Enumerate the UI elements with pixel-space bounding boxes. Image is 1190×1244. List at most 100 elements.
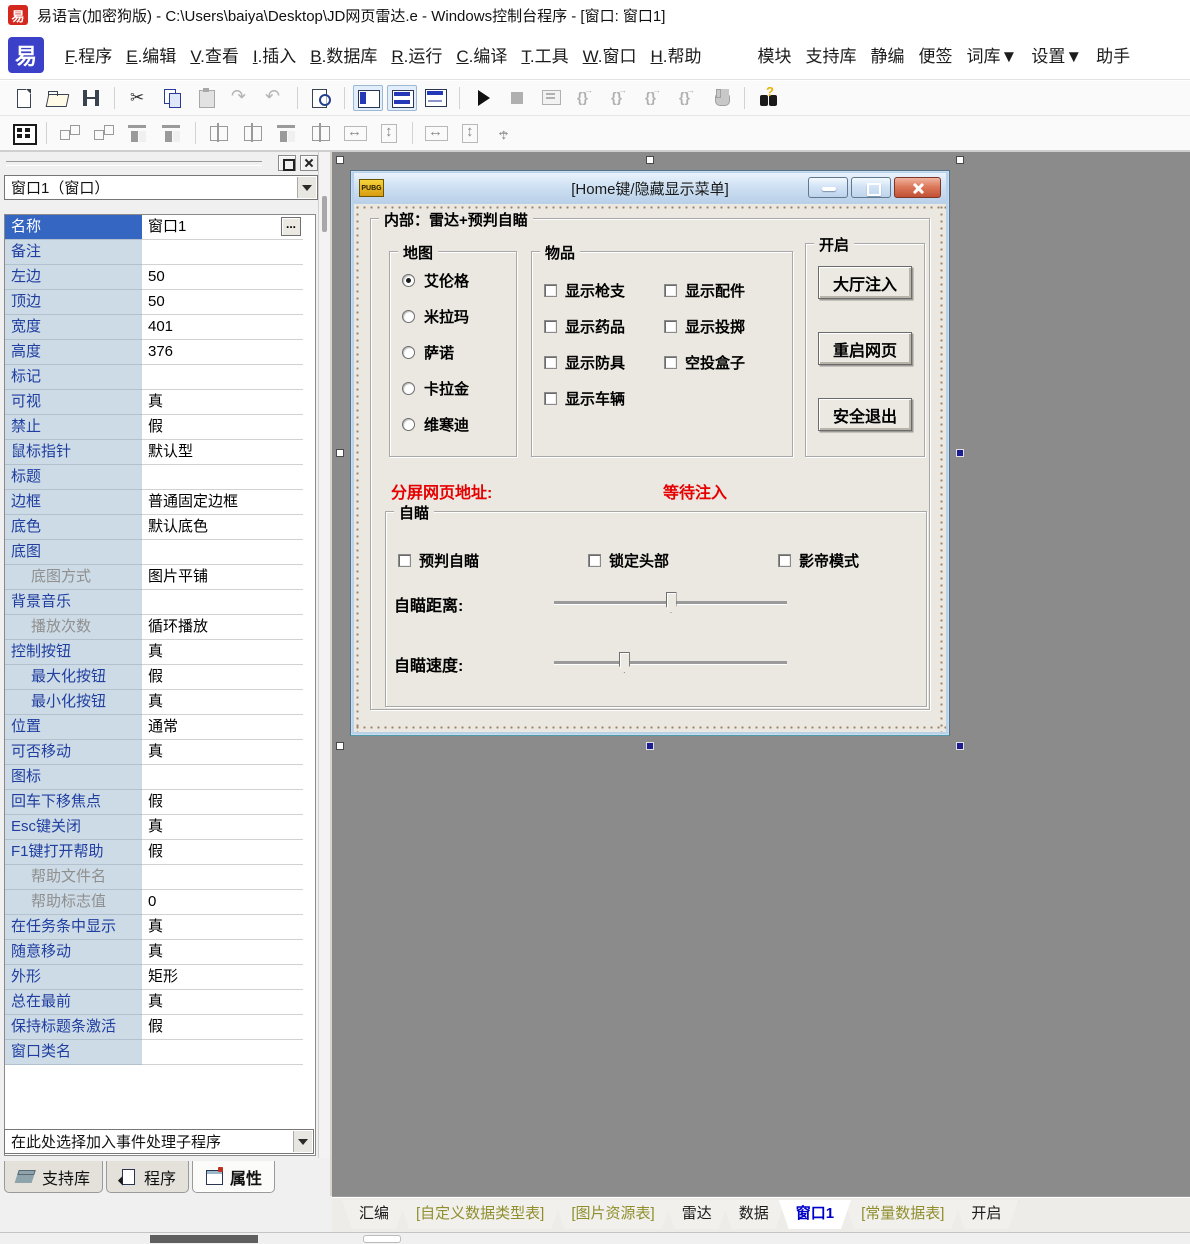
property-value[interactable] bbox=[142, 1040, 303, 1065]
menu-item[interactable]: 设置▼ bbox=[1024, 37, 1089, 72]
checkbox-icon[interactable] bbox=[544, 284, 557, 297]
new-file-icon[interactable] bbox=[8, 85, 38, 111]
space-horizontal-icon[interactable] bbox=[340, 120, 370, 146]
property-label[interactable]: 在任务条中显示 bbox=[5, 915, 142, 940]
close-button[interactable] bbox=[894, 177, 941, 198]
window-layout-bottom-icon[interactable] bbox=[387, 85, 417, 111]
item-checkbox-option[interactable]: 显示配件 bbox=[664, 272, 784, 308]
workspace-tab[interactable]: [自定义数据类型表] bbox=[399, 1200, 561, 1229]
slider-track[interactable] bbox=[554, 661, 787, 664]
property-label[interactable]: 保持标题条激活 bbox=[5, 1015, 142, 1040]
align-down-icon[interactable] bbox=[157, 120, 187, 146]
stop-icon[interactable] bbox=[502, 85, 532, 111]
resize-handle-top-center[interactable] bbox=[646, 156, 654, 164]
property-value[interactable] bbox=[142, 865, 303, 890]
property-grid-scrollbar[interactable] bbox=[318, 152, 330, 1196]
panel-grip[interactable] bbox=[0, 152, 330, 174]
property-value[interactable]: 真 bbox=[142, 690, 303, 715]
property-value[interactable] bbox=[142, 465, 303, 490]
property-label[interactable]: 位置 bbox=[5, 715, 142, 740]
menu-item[interactable]: V.查看 bbox=[183, 37, 246, 72]
property-label[interactable]: 帮助文件名 bbox=[5, 865, 142, 890]
checkbox-icon[interactable] bbox=[588, 554, 601, 567]
menu-item[interactable]: E.编辑 bbox=[119, 37, 183, 72]
property-value[interactable]: 401 bbox=[142, 315, 303, 340]
radio-icon[interactable] bbox=[402, 346, 415, 359]
workspace-tab[interactable]: 数据 bbox=[722, 1200, 786, 1229]
property-value[interactable]: 真 bbox=[142, 640, 303, 665]
property-value[interactable]: 50 bbox=[142, 265, 303, 290]
form-designer-icon[interactable] bbox=[8, 120, 38, 146]
map-radio-option[interactable]: 卡拉金 bbox=[402, 381, 516, 396]
property-value[interactable]: 普通固定边框 bbox=[142, 490, 303, 515]
resize-handle-bottom-right[interactable] bbox=[956, 742, 964, 750]
checkbox-icon[interactable] bbox=[664, 284, 677, 297]
align-up-icon[interactable] bbox=[123, 120, 153, 146]
chevron-down-icon[interactable] bbox=[293, 1131, 312, 1152]
checkbox-icon[interactable] bbox=[664, 320, 677, 333]
property-value[interactable]: 真 bbox=[142, 990, 303, 1015]
property-label[interactable]: 控制按钮 bbox=[5, 640, 142, 665]
add-control-left-icon[interactable] bbox=[55, 120, 85, 146]
property-label[interactable]: 回车下移焦点 bbox=[5, 790, 142, 815]
menu-item[interactable]: H.帮助 bbox=[643, 37, 708, 72]
menu-item[interactable]: 静编 bbox=[864, 37, 912, 72]
map-radio-option[interactable]: 米拉玛 bbox=[402, 309, 516, 324]
property-label[interactable]: 左边 bbox=[5, 265, 142, 290]
panel-float-button[interactable] bbox=[278, 155, 296, 171]
space-vertical-icon[interactable] bbox=[374, 120, 404, 146]
item-checkbox-option[interactable]: 显示防具 bbox=[544, 344, 664, 380]
slider-thumb[interactable] bbox=[666, 592, 677, 613]
property-value[interactable]: 假 bbox=[142, 790, 303, 815]
resize-handle-top-left[interactable] bbox=[336, 156, 344, 164]
tab-program[interactable]: 程序 bbox=[106, 1161, 189, 1193]
resize-handle-bottom-center[interactable] bbox=[646, 742, 654, 750]
minimize-button[interactable] bbox=[808, 177, 848, 198]
resize-handle-middle-left[interactable] bbox=[336, 449, 344, 457]
property-label[interactable]: 鼠标指针 bbox=[5, 440, 142, 465]
property-label[interactable]: F1键打开帮助 bbox=[5, 840, 142, 865]
property-value[interactable]: 真 bbox=[142, 915, 303, 940]
menu-item[interactable]: 词库▼ bbox=[960, 37, 1025, 72]
checkbox-icon[interactable] bbox=[544, 356, 557, 369]
property-value[interactable]: 默认底色 bbox=[142, 515, 303, 540]
add-control-right-icon[interactable] bbox=[89, 120, 119, 146]
property-label[interactable]: 随意移动 bbox=[5, 940, 142, 965]
center-vertical-icon[interactable] bbox=[238, 120, 268, 146]
map-radio-option[interactable]: 艾伦格 bbox=[402, 273, 516, 288]
redo-icon[interactable] bbox=[225, 85, 255, 111]
radio-icon[interactable] bbox=[402, 274, 415, 287]
scrollbar-thumb[interactable] bbox=[322, 196, 327, 232]
same-size-icon[interactable] bbox=[489, 120, 519, 146]
radio-icon[interactable] bbox=[402, 382, 415, 395]
property-label[interactable]: 最大化按钮 bbox=[5, 665, 142, 690]
align-right-icon[interactable] bbox=[306, 120, 336, 146]
property-value[interactable]: 假 bbox=[142, 665, 303, 690]
pause-hand-icon[interactable] bbox=[706, 85, 736, 111]
restart-webpage-button[interactable]: 重启网页 bbox=[818, 332, 912, 365]
find-binoculars-icon[interactable] bbox=[753, 85, 783, 111]
form-designer-canvas[interactable]: PUBG [Home键/隐藏显示菜单] 内部：雷达+预判自瞄 bbox=[332, 152, 1190, 1196]
workspace-tab[interactable]: 开启 bbox=[954, 1200, 1018, 1229]
chevron-down-icon[interactable] bbox=[297, 177, 316, 198]
form-titlebar[interactable]: PUBG [Home键/隐藏显示菜单] bbox=[354, 173, 946, 203]
resize-handle-middle-right[interactable] bbox=[956, 449, 964, 457]
event-handler-dropdown[interactable]: 在此处选择加入事件处理子程序 bbox=[4, 1129, 314, 1154]
radio-icon[interactable] bbox=[402, 310, 415, 323]
inject-lobby-button[interactable]: 大厅注入 bbox=[818, 266, 912, 299]
map-radio-option[interactable]: 维寒迪 bbox=[402, 417, 516, 432]
run-to-cursor-icon[interactable] bbox=[672, 85, 702, 111]
workspace-tab[interactable]: 雷达 bbox=[665, 1200, 729, 1229]
window-layout-left-icon[interactable] bbox=[353, 85, 383, 111]
property-value[interactable] bbox=[142, 540, 303, 565]
property-value[interactable]: 循环播放 bbox=[142, 615, 303, 640]
property-label[interactable]: 帮助标志值 bbox=[5, 890, 142, 915]
property-value[interactable] bbox=[142, 240, 303, 265]
undo-icon[interactable] bbox=[259, 85, 289, 111]
property-label[interactable]: 外形 bbox=[5, 965, 142, 990]
cut-icon[interactable] bbox=[123, 85, 153, 111]
property-value[interactable]: 矩形 bbox=[142, 965, 303, 990]
safe-exit-button[interactable]: 安全退出 bbox=[818, 398, 912, 431]
step-into-icon[interactable] bbox=[570, 85, 600, 111]
property-label[interactable]: 备注 bbox=[5, 240, 142, 265]
